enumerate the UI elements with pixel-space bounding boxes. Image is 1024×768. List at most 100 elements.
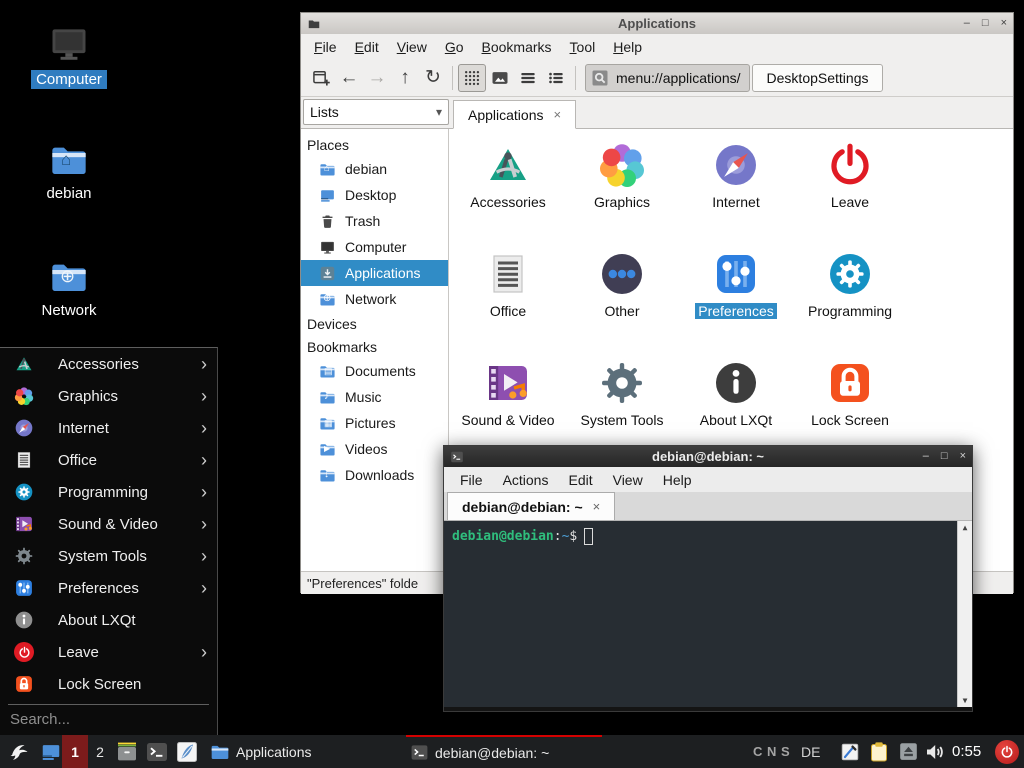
menu-edit[interactable]: Edit [346,36,388,58]
volume-button[interactable] [922,735,948,768]
sidebar-mode-combo[interactable]: Lists ▾ [303,99,449,125]
menu-item-programming[interactable]: Programming › [0,476,217,508]
grid-item-office[interactable]: Office [451,248,565,357]
up-button[interactable]: ↑ [391,64,419,92]
show-desktop-button[interactable] [38,735,64,768]
indicator-numlock[interactable]: N [767,735,776,768]
sidebar-item-applications[interactable]: Applications [301,260,448,286]
scroll-up-icon[interactable]: ▲ [963,523,968,532]
terminal-scrollbar[interactable]: ▲ ▼ [957,521,972,707]
menu-item-internet[interactable]: Internet › [0,412,217,444]
terminal-cursor [584,528,593,545]
icon-view-button[interactable] [458,64,486,92]
window-title: Applications [301,16,1013,31]
quicklaunch-featherpad[interactable] [173,735,201,768]
window-title: debian@debian: ~ [444,449,972,464]
menu-actions[interactable]: Actions [493,469,559,491]
new-tab-button[interactable] [307,64,335,92]
menu-item-office[interactable]: Office › [0,444,217,476]
sidebar-item-label: Videos [345,441,388,457]
desktop-icon-network[interactable]: ⊕ Network [14,257,124,320]
clipboard-tray-icon[interactable] [866,735,892,768]
file-manager-titlebar[interactable]: Applications – □ × [301,13,1013,34]
leave-button[interactable] [993,735,1021,768]
quicklaunch-terminal[interactable] [143,735,171,768]
grid-item-preferences[interactable]: Preferences [679,248,793,357]
tab-close-icon[interactable]: × [593,499,601,514]
menu-edit[interactable]: Edit [558,469,602,491]
task-applications[interactable]: Applications [206,735,366,768]
sidebar-item-downloads[interactable]: ↓ Downloads [301,462,448,488]
menu-item-graphics[interactable]: Graphics › [0,380,217,412]
forward-button[interactable]: → [363,64,391,92]
sidebar-item-pictures[interactable]: ▦ Pictures [301,410,448,436]
task-terminal[interactable]: debian@debian: ~ [406,735,602,768]
power-icon [14,642,34,662]
menu-item-leave[interactable]: Leave › [0,636,217,668]
compact-view-button[interactable] [514,64,542,92]
sidebar-item-debian[interactable]: ⌂ debian [301,156,448,182]
tab-applications[interactable]: Applications × [453,100,576,129]
sidebar-item-documents[interactable]: ▤ Documents [301,358,448,384]
scroll-down-icon[interactable]: ▼ [963,696,968,705]
search-input[interactable] [0,705,217,734]
tab-close-icon[interactable]: × [554,107,562,122]
clock[interactable]: 0:55 [952,735,981,768]
screenshot-tray-icon[interactable] [838,735,862,768]
menu-item-sound-video[interactable]: Sound & Video › [0,508,217,540]
grid-item-graphics[interactable]: Graphics [565,139,679,248]
menu-view[interactable]: View [603,469,653,491]
grid-item-other[interactable]: Other [565,248,679,357]
keyboard-layout-indicator[interactable]: DE [801,735,820,768]
menu-item-preferences[interactable]: Preferences › [0,572,217,604]
maximize-button[interactable]: □ [982,18,989,29]
sidebar-item-desktop[interactable]: Desktop [301,182,448,208]
grid-item-programming[interactable]: Programming [793,248,907,357]
menu-file[interactable]: File [305,36,346,58]
menu-item-accessories[interactable]: Accessories › [0,348,217,380]
app-menu-button[interactable] [6,735,34,768]
grid-item-accessories[interactable]: Accessories [451,139,565,248]
sidebar-item-network[interactable]: ⊕ Network [301,286,448,312]
menu-item-system-tools[interactable]: System Tools › [0,540,217,572]
menu-file[interactable]: File [450,469,493,491]
back-button[interactable]: ← [335,64,363,92]
menu-item-lock-screen[interactable]: Lock Screen [0,668,217,700]
sidebar-item-music[interactable]: ♪ Music [301,384,448,410]
menu-view[interactable]: View [388,36,436,58]
desktop-settings-button[interactable]: DesktopSettings [752,64,884,92]
workspace-2-button[interactable]: 2 [90,735,110,768]
desktop-icon-debian[interactable]: ⌂ debian [14,140,124,203]
detailed-view-button[interactable] [542,64,570,92]
menu-go[interactable]: Go [436,36,473,58]
removable-media-tray-icon[interactable] [896,735,920,768]
menu-bookmarks[interactable]: Bookmarks [473,36,561,58]
menu-item-about-lxqt[interactable]: About LXQt [0,604,217,636]
network-folder-icon [47,257,91,297]
indicator-capslock[interactable]: C [753,735,762,768]
menu-help[interactable]: Help [604,36,651,58]
terminal-view[interactable]: debian@debian:~$ ▲ ▼ [444,521,972,707]
close-button[interactable]: × [960,451,966,462]
menu-tool[interactable]: Tool [561,36,605,58]
close-button[interactable]: × [1001,18,1007,29]
tab-terminal-session[interactable]: debian@debian: ~ × [447,492,615,520]
desktop-icon-computer[interactable]: Computer [14,22,124,89]
menu-item-label: Preferences [58,580,201,597]
terminal-titlebar[interactable]: debian@debian: ~ – □ × [444,446,972,467]
sidebar-item-videos[interactable]: ▶ Videos [301,436,448,462]
path-bar[interactable]: menu://applications/ [585,64,750,92]
menu-help[interactable]: Help [653,469,702,491]
thumbnail-view-button[interactable] [486,64,514,92]
maximize-button[interactable]: □ [941,451,948,462]
sidebar-item-computer[interactable]: Computer [301,234,448,260]
refresh-button[interactable]: ↻ [419,64,447,92]
workspace-1-button[interactable]: 1 [62,735,88,768]
grid-item-leave[interactable]: Leave [793,139,907,248]
minimize-button[interactable]: – [964,18,970,29]
quicklaunch-file-manager[interactable] [113,735,141,768]
grid-item-internet[interactable]: Internet [679,139,793,248]
sidebar-item-trash[interactable]: Trash [301,208,448,234]
indicator-scrolllock[interactable]: S [781,735,790,768]
minimize-button[interactable]: – [923,451,929,462]
